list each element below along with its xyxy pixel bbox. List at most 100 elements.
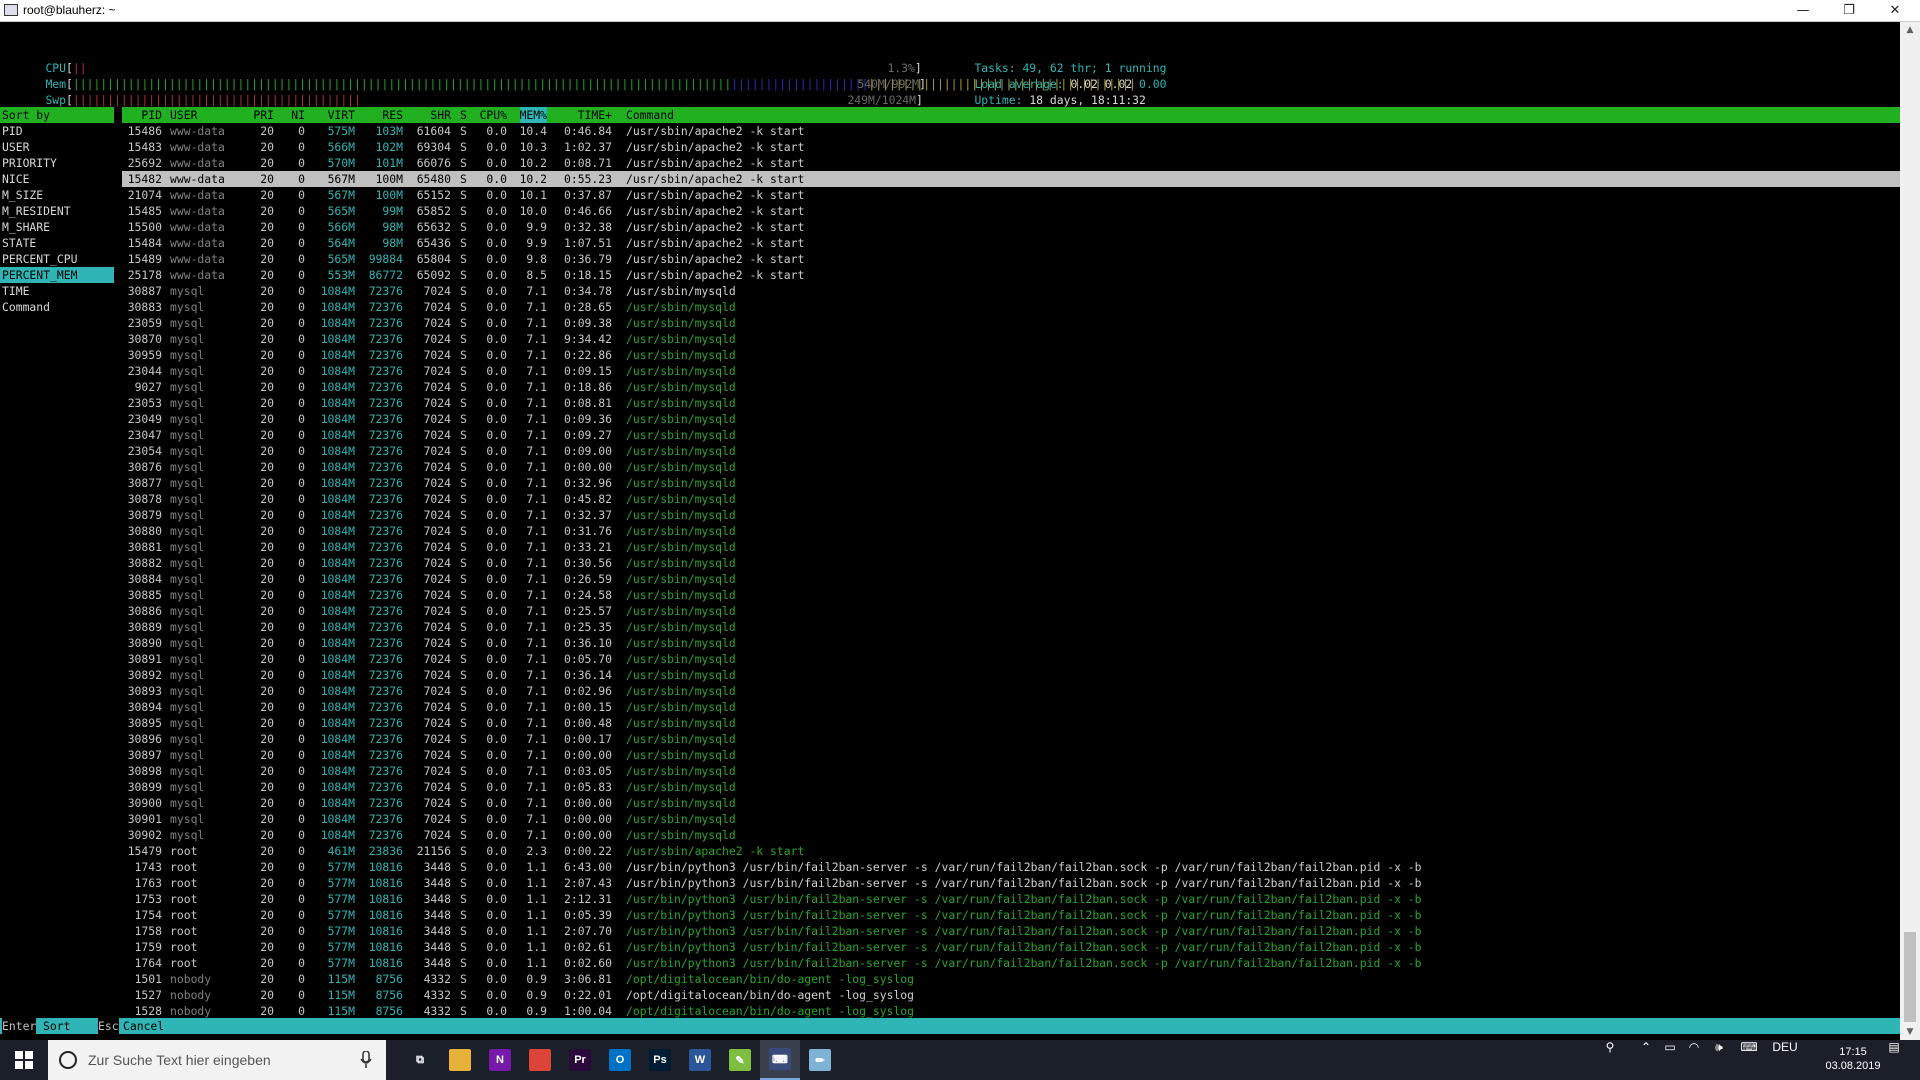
process-row[interactable]: 15485 www-data 20 0 565M 99M 65852 S 0.0 10.0 0:46…	[122, 203, 1900, 219]
sort-option[interactable]: Command	[2, 299, 114, 315]
process-row[interactable]: 23044 mysql 20 0 1084M 72376 7024 S 0.0 7.1 0:09.1…	[122, 363, 1900, 379]
process-row[interactable]: 30959 mysql 20 0 1084M 72376 7024 S 0.0 7.1 0:22.8…	[122, 347, 1900, 363]
scroll-thumb[interactable]	[1904, 932, 1916, 1022]
close-button[interactable]: ✕	[1872, 0, 1918, 22]
taskbar-app-chrome[interactable]	[520, 1040, 560, 1080]
process-row[interactable]: 30892 mysql 20 0 1084M 72376 7024 S 0.0 7.1 0:36.1…	[122, 667, 1900, 683]
minimize-button[interactable]: —	[1780, 0, 1826, 22]
process-row[interactable]: 30896 mysql 20 0 1084M 72376 7024 S 0.0 7.1 0:00.1…	[122, 731, 1900, 747]
restore-button[interactable]: ❐	[1826, 0, 1872, 22]
sort-action[interactable]: Sort	[43, 1018, 70, 1034]
process-row[interactable]: 30877 mysql 20 0 1084M 72376 7024 S 0.0 7.1 0:32.9…	[122, 475, 1900, 491]
process-row[interactable]: 25692 www-data 20 0 570M 101M 66076 S 0.0 10.2 0:0…	[122, 155, 1900, 171]
process-row[interactable]: 30889 mysql 20 0 1084M 72376 7024 S 0.0 7.1 0:25.3…	[122, 619, 1900, 635]
process-row[interactable]: 30891 mysql 20 0 1084M 72376 7024 S 0.0 7.1 0:05.7…	[122, 651, 1900, 667]
taskbar-app-notes-app[interactable]: ✏	[800, 1040, 840, 1080]
keyboard-icon[interactable]: ⌨	[1736, 1040, 1762, 1080]
sort-option[interactable]: PID	[2, 123, 114, 139]
process-row[interactable]: 1758 root 20 0 577M 10816 3448 S 0.0 1.1 2:07.70/u…	[122, 923, 1900, 939]
process-row[interactable]: 21074 www-data 20 0 567M 100M 65152 S 0.0 10.1 0:3…	[122, 187, 1900, 203]
column-header[interactable]: SHR	[430, 107, 451, 123]
volume-icon[interactable]: 🕪	[1708, 1040, 1730, 1080]
process-row[interactable]: 1764 root 20 0 577M 10816 3448 S 0.0 1.1 0:02.60/u…	[122, 955, 1900, 971]
process-row[interactable]: 1501 nobody 20 0 115M 8756 4332 S 0.0 0.9 3:06.81 /…	[122, 971, 1900, 987]
taskbar-app-premiere[interactable]: Pr	[560, 1040, 600, 1080]
process-row[interactable]: 23047 mysql 20 0 1084M 72376 7024 S 0.0 7.1 0:09.2…	[122, 427, 1900, 443]
process-row[interactable]: 1753 root 20 0 577M 10816 3448 S 0.0 1.1 2:12.31/u…	[122, 891, 1900, 907]
taskbar-app-putty[interactable]: ⌨	[760, 1040, 800, 1080]
microphone-icon[interactable]	[360, 1051, 372, 1069]
process-row[interactable]: 30898 mysql 20 0 1084M 72376 7024 S 0.0 7.1 0:03.0…	[122, 763, 1900, 779]
column-header[interactable]: Command	[626, 107, 674, 123]
column-header[interactable]: S	[460, 107, 467, 123]
process-row[interactable]: 1743 root 20 0 577M 10816 3448 S 0.0 1.1 6:43.00/u…	[122, 859, 1900, 875]
process-row[interactable]: 15483 www-data 20 0 566M 102M 69304 S 0.0 10.3 1:0…	[122, 139, 1900, 155]
sort-option[interactable]: M_SHARE	[2, 219, 114, 235]
process-row[interactable]: 15500 www-data 20 0 566M 98M 65632 S 0.0 9.9 0:32.…	[122, 219, 1900, 235]
taskbar-app-onenote[interactable]: N	[480, 1040, 520, 1080]
process-row[interactable]: 15482 www-data 20 0 567M 100M 65480 S 0.0 10.2 0:5…	[122, 171, 1900, 187]
people-icon[interactable]: ⚲	[1598, 1040, 1622, 1080]
process-row[interactable]: 30880 mysql 20 0 1084M 72376 7024 S 0.0 7.1 0:31.7…	[122, 523, 1900, 539]
process-row[interactable]: 30876 mysql 20 0 1084M 72376 7024 S 0.0 7.1 0:00.0…	[122, 459, 1900, 475]
sort-option[interactable]: TIME	[2, 283, 114, 299]
column-header[interactable]: NI	[291, 107, 305, 123]
process-row[interactable]: 30901 mysql 20 0 1084M 72376 7024 S 0.0 7.1 0:00.0…	[122, 811, 1900, 827]
vertical-scrollbar[interactable]: ▲ ▼	[1900, 22, 1920, 1040]
scroll-up-icon[interactable]: ▲	[1900, 22, 1920, 38]
process-row[interactable]: 1528 nobody 20 0 115M 8756 4332 S 0.0 0.9 1:00.04 /…	[122, 1003, 1900, 1019]
process-row[interactable]: 23053 mysql 20 0 1084M 72376 7024 S 0.0 7.1 0:08.8…	[122, 395, 1900, 411]
process-row[interactable]: 25178 www-data 20 0 553M 86772 65092 S 0.0 8.5 0:1…	[122, 267, 1900, 283]
column-header[interactable]: MEM%	[519, 107, 547, 123]
process-row[interactable]: 30900 mysql 20 0 1084M 72376 7024 S 0.0 7.1 0:00.0…	[122, 795, 1900, 811]
battery-icon[interactable]: ▭	[1660, 1040, 1680, 1080]
sort-option[interactable]: NICE	[2, 171, 114, 187]
process-row[interactable]: 30890 mysql 20 0 1084M 72376 7024 S 0.0 7.1 0:36.1…	[122, 635, 1900, 651]
column-header[interactable]: TIME+	[578, 107, 612, 123]
process-row[interactable]: 30884 mysql 20 0 1084M 72376 7024 S 0.0 7.1 0:26.5…	[122, 571, 1900, 587]
process-row[interactable]: 30882 mysql 20 0 1084M 72376 7024 S 0.0 7.1 0:30.5…	[122, 555, 1900, 571]
chevron-up-icon[interactable]: ⌃	[1636, 1040, 1656, 1080]
process-row[interactable]: 1763 root 20 0 577M 10816 3448 S 0.0 1.1 2:07.43/u…	[122, 875, 1900, 891]
wifi-icon[interactable]: ◠	[1684, 1040, 1704, 1080]
process-row[interactable]: 15489 www-data 20 0 565M 99884 65804 S 0.0 9.8 0:3…	[122, 251, 1900, 267]
process-row[interactable]: 1527 nobody 20 0 115M 8756 4332 S 0.0 0.9 0:22.01 /…	[122, 987, 1900, 1003]
process-row[interactable]: 30885 mysql 20 0 1084M 72376 7024 S 0.0 7.1 0:24.5…	[122, 587, 1900, 603]
column-header[interactable]: CPU%	[480, 107, 507, 123]
process-row[interactable]: 30886 mysql 20 0 1084M 72376 7024 S 0.0 7.1 0:25.5…	[122, 603, 1900, 619]
taskbar-app-task-view[interactable]: ⧉	[400, 1040, 440, 1080]
process-row[interactable]: 15484 www-data 20 0 564M 98M 65436 S 0.0 9.9 1:07.…	[122, 235, 1900, 251]
scroll-down-icon[interactable]: ▼	[1900, 1024, 1920, 1040]
process-row[interactable]: 1754 root 20 0 577M 10816 3448 S 0.0 1.1 0:05.39/u…	[122, 907, 1900, 923]
taskbar-search-box[interactable]: Zur Suche Text hier eingeben	[48, 1040, 386, 1080]
cancel-action[interactable]: Cancel	[123, 1018, 164, 1034]
notification-icon[interactable]: ▤	[1876, 1040, 1912, 1080]
process-row[interactable]: 23054 mysql 20 0 1084M 72376 7024 S 0.0 7.1 0:09.0…	[122, 443, 1900, 459]
start-button[interactable]	[0, 1040, 48, 1080]
process-row[interactable]: 30878 mysql 20 0 1084M 72376 7024 S 0.0 7.1 0:45.8…	[122, 491, 1900, 507]
process-row[interactable]: 30883 mysql 20 0 1084M 72376 7024 S 0.0 7.1 0:28.6…	[122, 299, 1900, 315]
process-row[interactable]: 30893 mysql 20 0 1084M 72376 7024 S 0.0 7.1 0:02.9…	[122, 683, 1900, 699]
process-row[interactable]: 9027 mysql 20 0 1084M 72376 7024 S 0.0 7.1 0:18.86…	[122, 379, 1900, 395]
sort-option[interactable]: M_RESIDENT	[2, 203, 114, 219]
process-row[interactable]: 15486 www-data 20 0 575M 103M 61604 S 0.0 10.4 0:4…	[122, 123, 1900, 139]
taskbar-app-notepad-plus[interactable]: ✎	[720, 1040, 760, 1080]
process-row[interactable]: 30870 mysql 20 0 1084M 72376 7024 S 0.0 7.1 9:34.4…	[122, 331, 1900, 347]
column-header[interactable]: RES	[382, 107, 403, 123]
sort-option[interactable]: USER	[2, 139, 114, 155]
taskbar-app-file-explorer[interactable]	[440, 1040, 480, 1080]
process-row[interactable]: 23059 mysql 20 0 1084M 72376 7024 S 0.0 7.1 0:09.3…	[122, 315, 1900, 331]
process-row[interactable]: 30897 mysql 20 0 1084M 72376 7024 S 0.0 7.1 0:00.0…	[122, 747, 1900, 763]
process-row[interactable]: 30894 mysql 20 0 1084M 72376 7024 S 0.0 7.1 0:00.1…	[122, 699, 1900, 715]
process-row[interactable]: 23049 mysql 20 0 1084M 72376 7024 S 0.0 7.1 0:09.3…	[122, 411, 1900, 427]
sort-option[interactable]: STATE	[2, 235, 114, 251]
taskbar-app-word[interactable]: W	[680, 1040, 720, 1080]
process-row[interactable]: 30895 mysql 20 0 1084M 72376 7024 S 0.0 7.1 0:00.4…	[122, 715, 1900, 731]
process-row[interactable]: 30887 mysql 20 0 1084M 72376 7024 S 0.0 7.1 0:34.7…	[122, 283, 1900, 299]
column-header[interactable]: VIRT	[328, 107, 355, 123]
taskbar-app-photoshop[interactable]: Ps	[640, 1040, 680, 1080]
sort-option[interactable]: PRIORITY	[2, 155, 114, 171]
process-row[interactable]: 30902 mysql 20 0 1084M 72376 7024 S 0.0 7.1 0:00.0…	[122, 827, 1900, 843]
taskbar-app-outlook[interactable]: O	[600, 1040, 640, 1080]
process-row[interactable]: 30881 mysql 20 0 1084M 72376 7024 S 0.0 7.1 0:33.2…	[122, 539, 1900, 555]
